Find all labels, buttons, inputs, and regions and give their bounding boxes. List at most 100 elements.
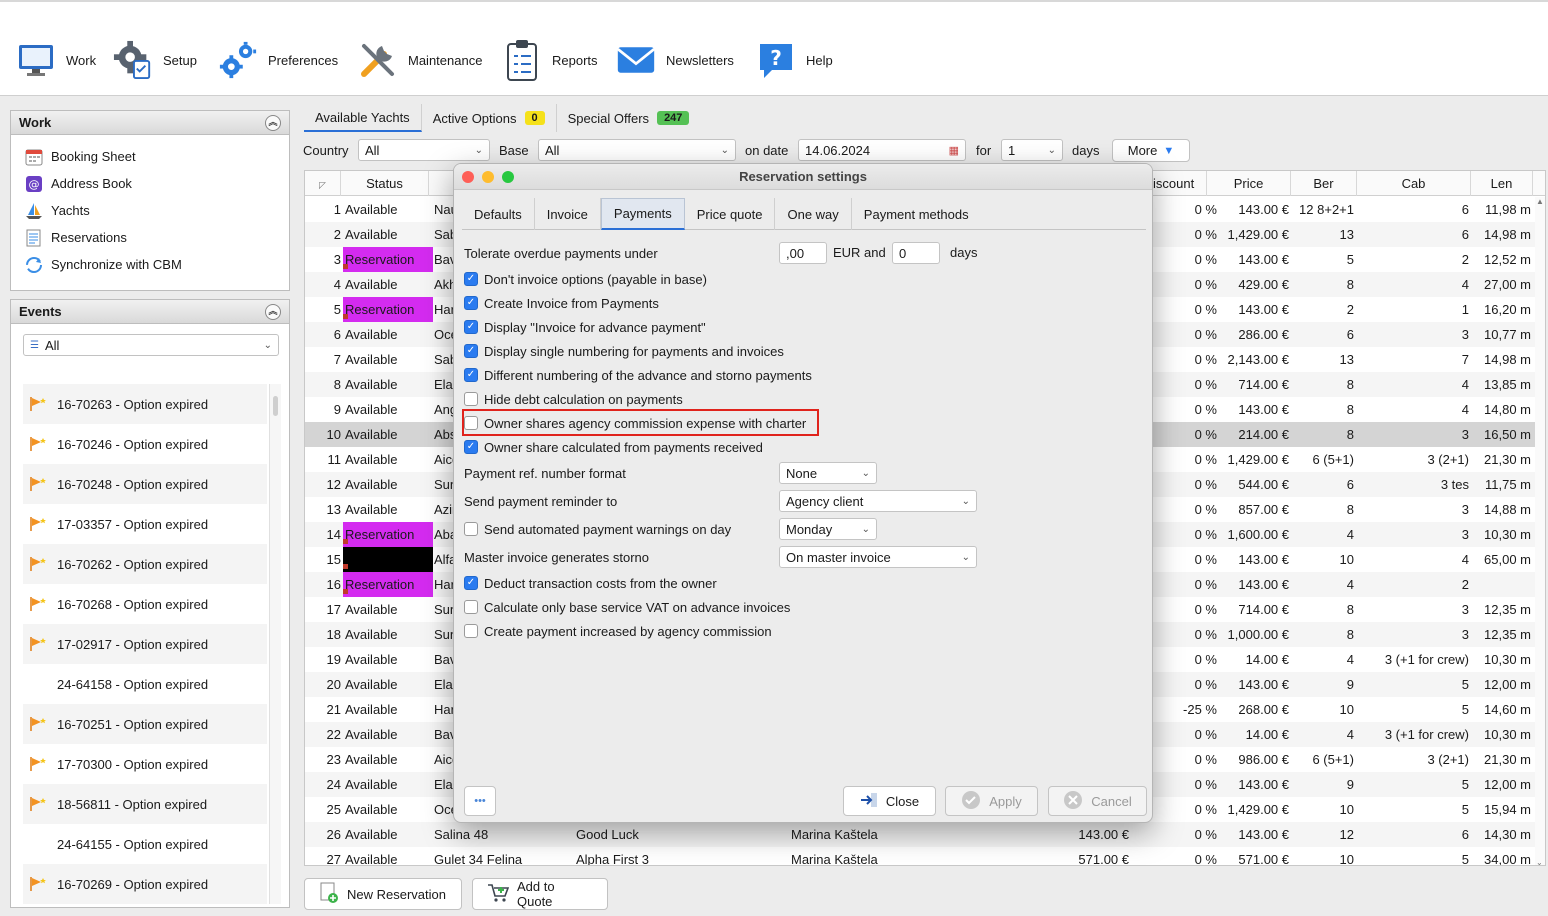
collapse-icon[interactable]: ︽: [265, 303, 281, 320]
tab-payments[interactable]: Payments: [600, 198, 685, 230]
toolbar-work[interactable]: Work: [16, 38, 96, 82]
events-scrollbar[interactable]: [269, 384, 281, 904]
auto-warn-checkbox[interactable]: [464, 522, 478, 536]
event-item[interactable]: 16-70268 - Option expired: [23, 584, 267, 624]
event-item[interactable]: 16-70246 - Option expired: [23, 424, 267, 464]
checkbox-unchecked[interactable]: [464, 392, 478, 406]
more-button[interactable]: More ▼: [1112, 139, 1190, 162]
tab-invoice[interactable]: Invoice: [535, 198, 601, 230]
tolerate-amount-input[interactable]: ,00: [779, 242, 827, 264]
checkbox-row[interactable]: Calculate only base service VAT on advan…: [464, 596, 790, 618]
base-select[interactable]: All ⌄: [538, 139, 736, 161]
tab-payment-methods[interactable]: Payment methods: [852, 198, 981, 230]
event-item[interactable]: 17-03357 - Option expired: [23, 504, 267, 544]
checkbox-row[interactable]: ✓ Display "Invoice for advance payment": [464, 316, 706, 338]
zoom-window-icon[interactable]: [502, 171, 514, 183]
event-item[interactable]: 16-70262 - Option expired: [23, 544, 267, 584]
minimize-window-icon[interactable]: [482, 171, 494, 183]
checkbox-row[interactable]: ✓ Don't invoice options (payable in base): [464, 268, 707, 290]
close-button[interactable]: Close: [843, 786, 936, 816]
column-status[interactable]: Status: [341, 171, 429, 196]
checkbox-unchecked[interactable]: [464, 624, 478, 638]
event-item[interactable]: 17-70300 - Option expired: [23, 744, 267, 784]
checkbox-row[interactable]: Create payment increased by agency commi…: [464, 620, 772, 642]
toolbar-setup[interactable]: Setup: [113, 38, 197, 82]
checkbox-checked[interactable]: ✓: [464, 296, 478, 310]
toolbar-maintenance[interactable]: Maintenance: [358, 38, 482, 82]
toolbar-preferences[interactable]: Preferences: [218, 38, 338, 82]
ellipsis-icon: •••: [474, 795, 486, 807]
country-select[interactable]: All ⌄: [358, 139, 490, 161]
toolbar-reports[interactable]: Reports: [502, 38, 598, 82]
work-item-synchronize[interactable]: Synchronize with CBM: [11, 251, 289, 278]
checkbox-unchecked[interactable]: [464, 600, 478, 614]
checkbox-row[interactable]: ✓ Deduct transaction costs from the owner: [464, 572, 717, 594]
checkbox-checked[interactable]: ✓: [464, 576, 478, 590]
collapse-icon[interactable]: ︽: [265, 114, 281, 131]
checkbox-checked[interactable]: ✓: [464, 368, 478, 382]
event-item[interactable]: 17-02917 - Option expired: [23, 624, 267, 664]
checkbox-checked[interactable]: ✓: [464, 440, 478, 454]
checkbox-row[interactable]: ✓ Different numbering of the advance and …: [464, 364, 812, 386]
cancel-button[interactable]: Cancel: [1048, 786, 1147, 816]
days-select[interactable]: 1 ⌄: [1001, 139, 1063, 161]
more-options-button[interactable]: •••: [464, 786, 496, 816]
auto-warn-row[interactable]: Send automated payment warnings on day: [464, 518, 731, 540]
column-len[interactable]: Len: [1471, 171, 1533, 196]
checkbox-row[interactable]: ✓ Owner share calculated from payments re…: [464, 436, 763, 458]
events-filter-select[interactable]: ☰ All ⌄: [23, 334, 279, 356]
toolbar-help[interactable]: ? Help: [756, 38, 833, 82]
work-item-address-book[interactable]: @ Address Book: [11, 170, 289, 197]
work-item-yachts[interactable]: Yachts: [11, 197, 289, 224]
scroll-up-icon[interactable]: ▲: [1536, 197, 1544, 206]
scroll-down-icon[interactable]: ⌄: [1536, 858, 1543, 865]
cabins-cell: 5: [1461, 852, 1469, 866]
table-row[interactable]: 27 Available Gulet 34 Felina 0 % 571.00 €10 5…: [305, 847, 1545, 866]
checkbox-checked[interactable]: ✓: [464, 272, 478, 286]
event-item[interactable]: 16-70248 - Option expired: [23, 464, 267, 504]
checkbox-row[interactable]: ✓ Create Invoice from Payments: [464, 292, 659, 314]
column-cab[interactable]: Cab: [1357, 171, 1471, 196]
tolerate-days-input[interactable]: 0: [892, 242, 940, 264]
close-window-icon[interactable]: [462, 171, 474, 183]
tab-special-offers[interactable]: Special Offers 247: [557, 104, 701, 132]
tab-one-way[interactable]: One way: [775, 198, 852, 230]
reminder-select[interactable]: Agency client ⌄: [779, 490, 977, 512]
payment-ref-select[interactable]: None ⌄: [779, 462, 877, 484]
event-item[interactable]: 18-56811 - Option expired: [23, 784, 267, 824]
tab-available-yachts[interactable]: Available Yachts: [304, 104, 422, 132]
column-price[interactable]: Price: [1207, 171, 1291, 196]
event-item[interactable]: 16-70269 - Option expired: [23, 864, 267, 904]
date-input[interactable]: 14.06.2024 ▦: [798, 139, 966, 161]
master-select[interactable]: On master invoice ⌄: [779, 546, 977, 568]
apply-button[interactable]: Apply: [945, 786, 1038, 816]
column-discount[interactable]: iscount: [1153, 171, 1207, 196]
event-item[interactable]: 24-64158 - Option expired: [23, 664, 267, 704]
add-to-quote-button[interactable]: Add to Quote: [472, 878, 608, 910]
work-item-booking-sheet[interactable]: Booking Sheet: [11, 143, 289, 170]
berths-cell: 4: [1346, 527, 1354, 542]
new-reservation-button[interactable]: New Reservation: [304, 878, 462, 910]
table-row[interactable]: 26 Available Salina 48 0 % 143.00 €12 6 14,30 …: [305, 822, 1545, 847]
tab-defaults[interactable]: Defaults: [462, 198, 535, 230]
checkbox-checked[interactable]: ✓: [464, 344, 478, 358]
checkbox-checked[interactable]: ✓: [464, 320, 478, 334]
column-label: Cab: [1401, 176, 1426, 191]
checkbox-row[interactable]: ✓ Display single numbering for payments a…: [464, 340, 784, 362]
tab-price-quote[interactable]: Price quote: [685, 198, 776, 230]
column-ber[interactable]: Ber: [1291, 171, 1357, 196]
event-item[interactable]: 24-64155 - Option expired: [23, 824, 267, 864]
checkbox-row[interactable]: Hide debt calculation on payments: [464, 388, 683, 410]
help-icon: ?: [756, 40, 796, 80]
row-number: 11: [327, 452, 342, 467]
column-name[interactable]: [429, 171, 455, 196]
event-item[interactable]: 16-70263 - Option expired: [23, 384, 267, 424]
sort-corner-icon[interactable]: ◸: [305, 171, 341, 196]
calendar-icon[interactable]: ▦: [949, 144, 959, 157]
event-item[interactable]: 16-70251 - Option expired: [23, 704, 267, 744]
table-scrollbar[interactable]: ▲ ⌄: [1535, 197, 1545, 865]
auto-warn-day-select[interactable]: Monday ⌄: [779, 518, 877, 540]
tab-active-options[interactable]: Active Options 0: [422, 104, 557, 132]
toolbar-newsletters[interactable]: Newsletters: [616, 38, 734, 82]
work-item-reservations[interactable]: Reservations: [11, 224, 289, 251]
